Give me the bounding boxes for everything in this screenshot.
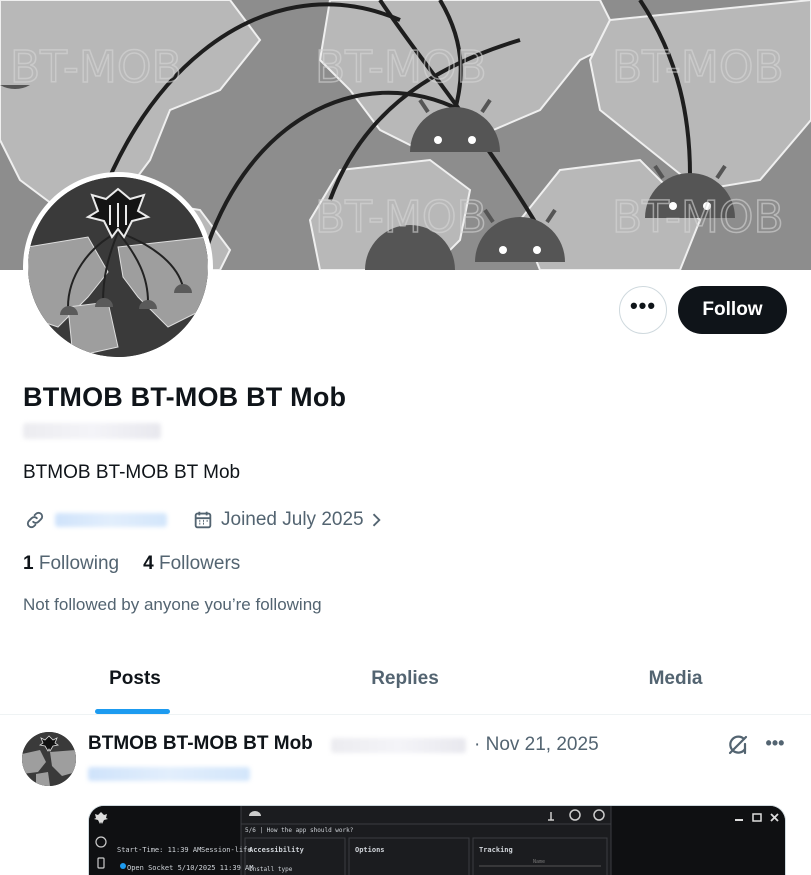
media-question: 5/6 | How the app should work? [245,827,354,834]
tab-replies[interactable]: Replies [270,643,540,715]
followers-count: 4 [143,553,154,574]
profile-bio: BTMOB BT-MOB BT Mob [23,462,241,483]
blurred-username [23,423,161,439]
media-session: Session-life [201,846,252,854]
following-count: 1 [23,553,34,574]
svg-text:BT-MOB: BT-MOB [315,192,487,243]
link-icon [23,508,47,532]
btmob-logo-avatar-image [28,177,208,357]
post-date[interactable]: · Nov 21, 2025 [474,734,599,756]
profile-avatar[interactable] [23,172,213,362]
media-tracking: Tracking [479,846,513,854]
media-options: Options [355,846,385,854]
svg-text:BT-MOB: BT-MOB [612,192,784,243]
media-start-time: Start-Time: 11:39 AM [117,846,202,854]
calendar-icon [191,508,215,532]
blurred-post-link[interactable] [88,767,250,781]
not-followed-notice: Not followed by anyone you’re following [23,595,322,614]
joined-text: Joined July 2025 [221,509,364,530]
more-options-button[interactable]: ••• [619,286,667,334]
follow-button[interactable]: Follow [678,286,787,334]
active-tab-indicator [95,709,170,714]
post-media-image[interactable]: Start-Time: 11:39 AM Session-life Open S… [88,805,786,875]
tab-posts[interactable]: Posts [0,643,270,715]
chevron-right-icon [364,508,388,532]
post-author-name[interactable]: BTMOB BT-MOB BT Mob [88,733,313,755]
following-link[interactable]: 1 Following [23,553,119,574]
grok-icon[interactable] [725,732,751,758]
post-author-avatar[interactable] [22,732,76,786]
profile-display-name: BTMOB BT-MOB BT Mob [23,382,347,412]
post-avatar-image [22,732,76,786]
tab-media[interactable]: Media [540,643,811,715]
profile-tabs: Posts Replies Media [0,643,811,715]
svg-text:BT-MOB: BT-MOB [612,42,784,93]
media-open-socket: Open Socket 5/10/2025 11:39 AM [127,864,254,872]
profile-meta-row: Joined July 2025 [23,507,388,533]
media-accessibility: Accessibility [249,846,304,854]
following-label: Following [38,553,120,574]
media-install-type: Install type [249,866,293,873]
media-name-placeholder: Name [533,859,546,865]
blurred-post-handle [331,738,466,753]
more-icon: ••• [629,293,657,318]
svg-text:BT-MOB: BT-MOB [315,42,487,93]
post-more-icon[interactable]: ••• [761,730,789,756]
blurred-website-link[interactable] [55,513,167,527]
joined-date[interactable]: Joined July 2025 [191,508,388,532]
follow-stats: 1 Following 4 Followers [23,553,240,575]
followers-link[interactable]: 4 Followers [143,553,240,574]
followers-label: Followers [158,553,241,574]
svg-text:BT-MOB: BT-MOB [10,42,182,93]
